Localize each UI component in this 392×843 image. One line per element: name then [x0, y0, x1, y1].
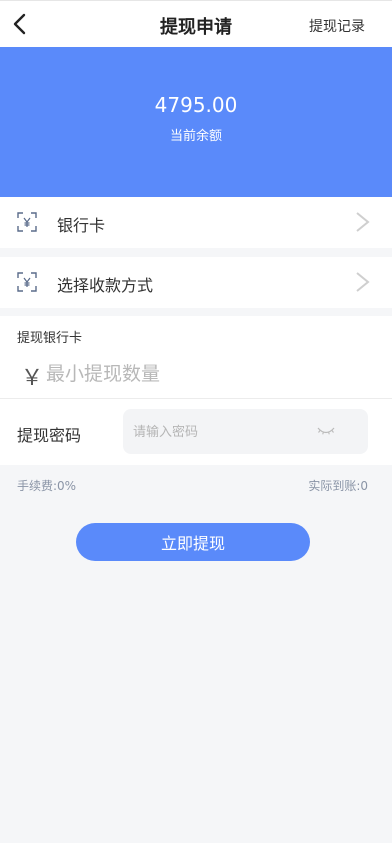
withdraw-submit-button[interactable]: 立即提现 — [76, 523, 310, 561]
amount-row: ￥ — [0, 352, 392, 398]
password-input[interactable] — [133, 417, 313, 447]
chevron-right-icon — [356, 272, 370, 292]
password-field — [123, 409, 368, 454]
fee-text: 手续费:0% — [17, 479, 77, 493]
yen-symbol: ￥ — [21, 366, 44, 391]
payment-method-row[interactable]: 选择收款方式 — [0, 257, 392, 308]
scan-yen-icon — [17, 272, 37, 292]
bank-card-section-label: 提现银行卡 — [17, 331, 83, 346]
amount-input[interactable] — [46, 358, 366, 390]
balance-label: 当前余额 — [169, 129, 222, 144]
bank-card-row[interactable]: 银行卡 — [0, 197, 392, 248]
divider — [0, 398, 392, 399]
payment-method-label: 选择收款方式 — [57, 276, 154, 295]
balance-panel: 4795.00 当前余额 — [0, 47, 392, 197]
eye-closed-icon[interactable] — [316, 424, 336, 438]
withdraw-history-link[interactable]: 提现记录 — [309, 16, 365, 36]
scan-yen-icon — [17, 212, 37, 232]
password-label: 提现密码 — [17, 426, 82, 445]
withdraw-form: 提现银行卡 ￥ 提现密码 — [0, 316, 392, 465]
bank-card-label: 银行卡 — [57, 216, 106, 235]
balance-amount: 4795.00 — [154, 93, 238, 117]
top-nav-bar: 提现申请 提现记录 — [0, 0, 392, 47]
chevron-right-icon — [356, 212, 370, 232]
actual-amount-text: 实际到账:0 — [308, 479, 368, 493]
